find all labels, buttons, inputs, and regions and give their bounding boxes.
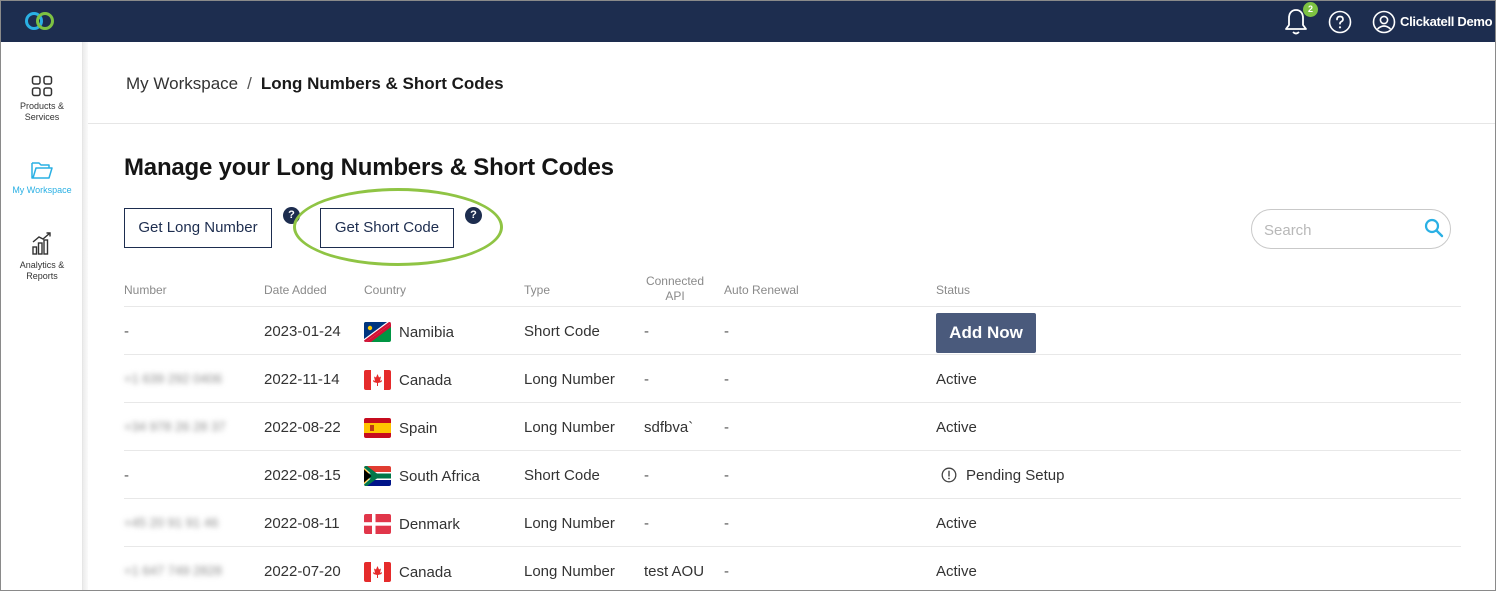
number-cell: +34 978 26 28 37 [124,419,226,434]
number-cell: +1 639 292 0406 [124,371,222,386]
column-header-status[interactable]: Status [936,283,970,298]
renewal-cell: - [724,323,729,340]
notification-count-badge: 2 [1303,2,1318,17]
table-row[interactable]: +45 20 91 91 46 2022-08-11 Denmark Long … [124,498,1461,546]
breadcrumb-current: Long Numbers & Short Codes [260,74,504,93]
country-cell: Namibia [399,324,455,341]
table-row[interactable]: +34 978 26 28 37 2022-08-22 Spain Long N… [124,402,1461,450]
search-input[interactable] [1264,219,1414,241]
sidebar-item-label: Products & Services [19,101,65,122]
sidebar-item-label: My Workspace [12,185,72,195]
api-cell: sdfbva` [644,419,694,436]
search-icon[interactable] [1424,218,1444,238]
number-cell: - [124,323,129,340]
get-long-number-button[interactable]: Get Long Number [124,208,272,248]
status-cell: Pending Setup [966,467,1065,484]
date-cell: 2022-11-14 [264,371,340,388]
help-icon[interactable] [1328,10,1352,34]
denmark-flag-icon [364,514,391,534]
number-cell: +1 647 749 2828 [124,563,222,578]
type-cell: Short Code [524,323,600,340]
renewal-cell: - [724,515,729,532]
spain-flag-icon [364,418,391,438]
renewal-cell: - [724,419,729,436]
country-cell: Canada [399,564,452,581]
folder-icon [31,162,53,179]
renewal-cell: - [724,563,729,580]
short-code-help-icon[interactable]: ? [465,207,482,224]
sidebar-item-label: Analytics & Reports [19,260,65,281]
sidebar-item-products-services[interactable]: Products & Services [1,75,83,123]
namibia-flag-icon [364,322,391,342]
app-window: 2 Clickatell Demo Products & Services My… [0,0,1496,591]
status-cell: Active [936,419,977,436]
sidebar-divider [83,42,88,590]
breadcrumb: My Workspace / Long Numbers & Short Codes [126,74,504,94]
status-cell: Active [936,515,977,532]
api-cell: test AOU [644,563,705,580]
type-cell: Long Number [524,371,615,388]
pending-alert-icon [941,467,957,483]
sidebar-item-analytics-reports[interactable]: Analytics & Reports [1,232,83,282]
sidebar: Products & Services My Workspace Analyti… [1,42,83,590]
api-cell: - [644,371,649,388]
type-cell: Long Number [524,563,615,580]
top-nav-bar: 2 Clickatell Demo [1,1,1495,42]
table-row[interactable]: +1 639 292 0406 2022-11-14 Canada Long N… [124,354,1461,402]
status-cell: Active [936,563,977,580]
date-cell: 2022-08-15 [264,467,341,484]
number-cell: - [124,467,129,484]
number-cell: +45 20 91 91 46 [124,515,219,530]
canada-flag-icon [364,370,391,390]
search-box [1251,209,1451,249]
column-header-date-added[interactable]: Date Added [264,283,327,298]
column-header-country[interactable]: Country [364,283,406,298]
chart-icon [32,232,51,255]
south-africa-flag-icon [364,466,391,486]
get-short-code-button[interactable]: Get Short Code [320,208,454,248]
date-cell: 2022-08-22 [264,419,341,436]
grid-icon [31,75,53,97]
column-header-type[interactable]: Type [524,283,550,298]
page-title: Manage your Long Numbers & Short Codes [124,154,614,181]
country-cell: South Africa [399,468,480,485]
column-header-connected-api[interactable]: Connected API [641,274,709,304]
type-cell: Long Number [524,515,615,532]
renewal-cell: - [724,467,729,484]
table-row[interactable]: - 2023-01-24 Namibia Short Code - - Add … [124,306,1461,354]
api-cell: - [644,515,649,532]
header-divider [88,123,1495,124]
date-cell: 2022-07-20 [264,563,341,580]
add-now-button[interactable]: Add Now [936,313,1036,353]
table-row[interactable]: - 2022-08-15 South Africa Short Code - -… [124,450,1461,498]
long-number-help-icon[interactable]: ? [283,207,300,224]
renewal-cell: - [724,371,729,388]
column-header-auto-renewal[interactable]: Auto Renewal [724,283,799,298]
date-cell: 2022-08-11 [264,515,340,532]
country-cell: Spain [399,420,438,437]
user-name-menu[interactable]: Clickatell Demo [1400,14,1493,29]
sidebar-item-my-workspace[interactable]: My Workspace [1,159,83,196]
api-cell: - [644,323,649,340]
type-cell: Short Code [524,467,600,484]
country-cell: Canada [399,372,452,389]
clickatell-logo-icon[interactable] [23,9,57,33]
breadcrumb-separator: / [247,74,252,93]
date-cell: 2023-01-24 [264,323,341,340]
country-cell: Denmark [399,516,460,533]
canada-flag-icon [364,562,391,582]
api-cell: - [644,467,649,484]
user-avatar-icon[interactable] [1372,10,1396,34]
table-row[interactable]: +1 647 749 2828 2022-07-20 Canada Long N… [124,546,1461,590]
column-header-number[interactable]: Number [124,283,167,298]
status-cell: Active [936,371,977,388]
breadcrumb-my-workspace[interactable]: My Workspace [126,74,238,93]
type-cell: Long Number [524,419,615,436]
